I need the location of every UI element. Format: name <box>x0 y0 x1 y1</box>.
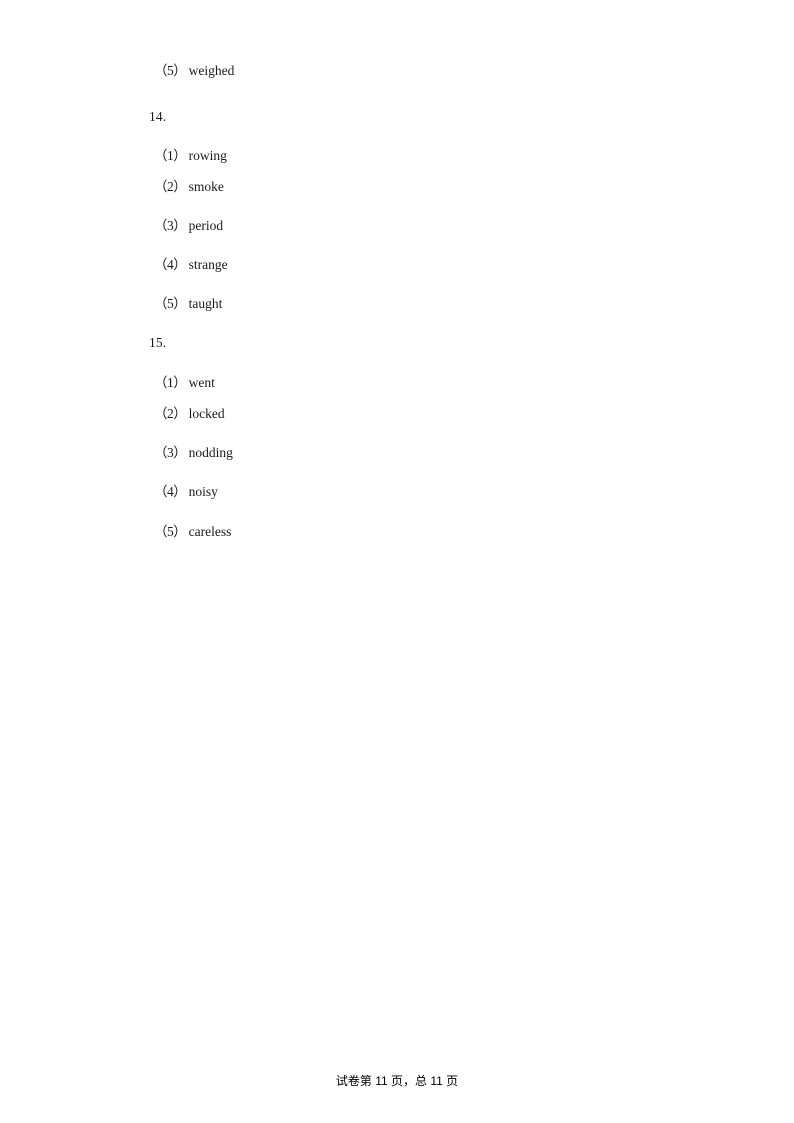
option-marker: （4） <box>154 257 187 272</box>
option-marker: （2） <box>154 406 187 421</box>
option-marker: （5） <box>154 296 187 311</box>
option-word: strange <box>188 257 228 272</box>
page-footer: 试卷第 11 页，总 11 页 <box>335 1074 459 1088</box>
option-marker: （3） <box>154 445 187 460</box>
option-item: （2） smoke <box>150 178 224 196</box>
option-word: weighed <box>188 63 235 78</box>
option-word: nodding <box>188 445 233 460</box>
option-word: taught <box>188 296 223 311</box>
option-marker: （4） <box>154 484 187 499</box>
option-marker: （5） <box>154 524 187 539</box>
option-marker: （1） <box>154 148 187 163</box>
option-item: （1） rowing <box>150 147 227 165</box>
option-marker: （3） <box>154 218 187 233</box>
option-word: careless <box>188 524 232 539</box>
option-item: （5） taught <box>150 295 222 313</box>
option-item: （5） weighed <box>150 62 234 80</box>
option-word: noisy <box>188 484 218 499</box>
option-marker: （2） <box>154 179 187 194</box>
option-item: （5） careless <box>150 523 231 541</box>
option-item: （2） locked <box>150 405 225 423</box>
option-item: （4） noisy <box>150 483 218 501</box>
option-marker: （1） <box>154 375 187 390</box>
option-item: （1） went <box>150 374 215 392</box>
option-marker: （5） <box>154 63 187 78</box>
question-number-15: 15. <box>149 335 167 350</box>
option-word: rowing <box>188 148 227 163</box>
option-item: （4） strange <box>150 256 228 274</box>
option-word: period <box>188 218 224 233</box>
option-item: （3） nodding <box>150 444 233 462</box>
option-word: locked <box>188 406 225 421</box>
question-number-14: 14. <box>149 109 167 124</box>
option-item: （3） period <box>150 217 223 235</box>
option-word: smoke <box>188 179 224 194</box>
document-page: （5） weighed 14. （1） rowing （2） smoke （3）… <box>0 0 794 1123</box>
option-word: went <box>188 375 215 390</box>
